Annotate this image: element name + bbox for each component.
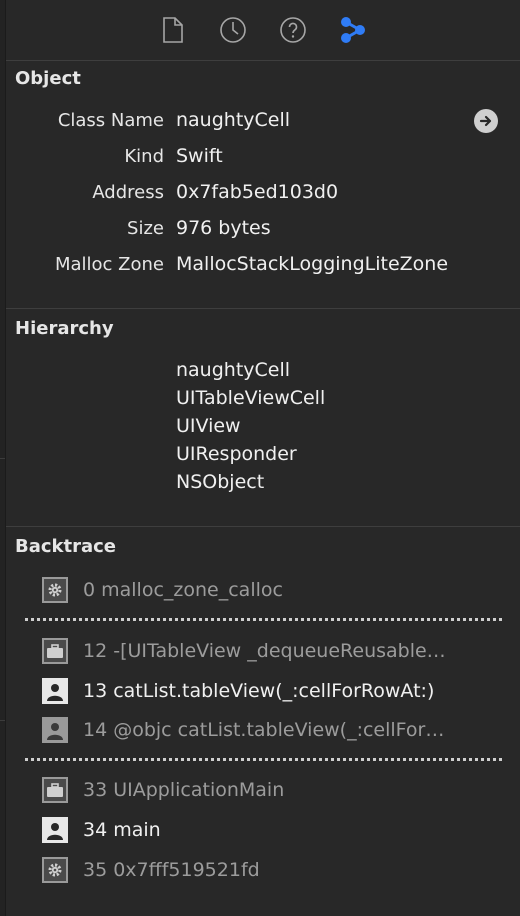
class-name-label: Class Name [57,110,164,131]
history-icon [220,17,246,43]
address-label: Address [92,182,164,203]
briefcase-icon [42,638,68,664]
help-icon [280,17,306,43]
section-divider [6,526,520,527]
section-divider [6,308,520,309]
inspector-toolbar [6,0,520,61]
backtrace-section-title: Backtrace [15,536,117,557]
left-edge-tick [0,458,5,459]
quick-help-button[interactable] [278,15,308,45]
briefcase-icon [42,777,68,803]
gear-icon [42,857,68,883]
frame-label: 14 @objc catList.tableView(_:cellFor… [83,719,445,741]
hierarchy-section-title: Hierarchy [15,318,114,339]
frame-label: 34 main [83,819,161,841]
hierarchy-item: NSObject [176,471,265,493]
malloc-zone-label: Malloc Zone [54,254,164,275]
arrow-right-icon [479,115,492,127]
backtrace-frame[interactable]: 35 0x7fff519521fd [42,856,260,884]
backtrace-frame[interactable]: 13 catList.tableView(_:cellForRowAt:) [42,677,434,705]
class-name-value: naughtyCell [176,109,291,131]
backtrace-frame[interactable]: 34 main [42,816,161,844]
malloc-zone-value: MallocStackLoggingLiteZone [176,253,449,275]
file-inspector-icon [163,17,183,43]
frame-label: 12 -[UITableView _dequeueReusable… [83,640,446,662]
backtrace-frame[interactable]: 0 malloc_zone_calloc [42,576,283,604]
collapsed-frames-separator[interactable] [25,618,502,621]
hierarchy-item: UIView [176,415,241,437]
frame-label: 35 0x7fff519521fd [83,859,260,881]
address-value: 0x7fab5ed103d0 [176,181,339,203]
backtrace-frame[interactable]: 33 UIApplicationMain [42,776,284,804]
size-value: 976 bytes [176,217,271,239]
collapsed-frames-separator[interactable] [25,758,502,761]
size-label: Size [127,218,164,239]
backtrace-frame[interactable]: 12 -[UITableView _dequeueReusable… [42,637,446,665]
left-edge-tick [0,720,5,721]
user-icon [42,717,68,743]
hierarchy-item: UIResponder [176,443,297,465]
kind-label: Kind [124,146,164,167]
memory-graph-icon [341,17,365,43]
kind-value: Swift [176,145,223,167]
gear-icon [42,577,68,603]
class-jump-button[interactable] [474,109,498,133]
backtrace-frame[interactable]: 14 @objc catList.tableView(_:cellFor… [42,716,444,744]
hierarchy-item: UITableViewCell [176,387,326,409]
history-inspector-button[interactable] [218,15,248,45]
memory-graph-inspector-button[interactable] [338,15,368,45]
frame-label: 0 malloc_zone_calloc [83,579,283,601]
frame-label: 33 UIApplicationMain [83,779,285,801]
file-inspector-button[interactable] [158,15,188,45]
user-icon [42,817,68,843]
user-icon [42,678,68,704]
frame-label: 13 catList.tableView(_:cellForRowAt:) [83,680,435,702]
hierarchy-item: naughtyCell [176,359,291,381]
object-section-title: Object [15,68,81,89]
